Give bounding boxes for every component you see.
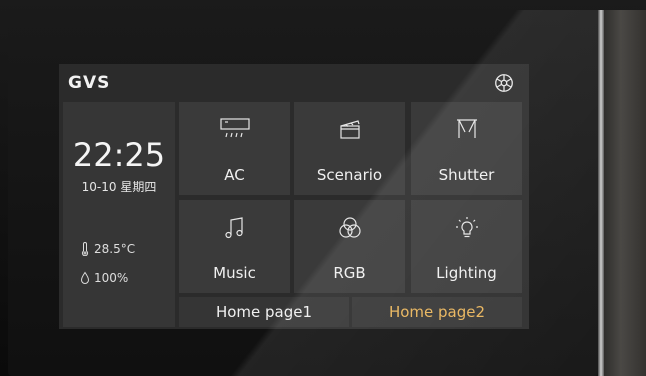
wall-surface xyxy=(604,10,646,376)
home-page1-tab[interactable]: Home page1 xyxy=(179,297,349,327)
tile-rgb[interactable]: RGB xyxy=(294,200,405,293)
tile-ac[interactable]: AC xyxy=(179,102,290,195)
tile-shutter[interactable]: Shutter xyxy=(411,102,522,195)
top-bar: GVS xyxy=(59,64,529,100)
droplet-icon xyxy=(80,271,90,284)
clapperboard-icon xyxy=(339,120,360,139)
brand-logo: GVS xyxy=(68,73,111,93)
tile-rgb-label: RGB xyxy=(333,264,366,282)
clock-date: 10-10 星期四 xyxy=(81,180,157,194)
tile-lighting[interactable]: Lighting xyxy=(411,200,522,293)
humidity-reading: 100% xyxy=(80,271,128,285)
rgb-circles-icon xyxy=(338,217,361,238)
temperature-reading: 28.5°C xyxy=(80,242,136,257)
curtain-icon xyxy=(456,119,477,138)
touch-screen: GVS 22:25 10-10 星期四 28.5°C 100% AC Scena… xyxy=(59,64,529,329)
thermometer-icon xyxy=(81,242,89,257)
tile-ac-label: AC xyxy=(224,166,245,184)
temperature-value: 28.5°C xyxy=(94,242,136,256)
tile-scenario-label: Scenario xyxy=(316,166,383,184)
clock-time: 22:25 xyxy=(72,136,166,174)
music-note-icon xyxy=(224,217,243,239)
bulb-icon xyxy=(455,217,478,238)
home-page2-tab[interactable]: Home page2 xyxy=(352,297,522,327)
tile-lighting-label: Lighting xyxy=(436,264,497,282)
humidity-value: 100% xyxy=(94,271,129,285)
ac-icon xyxy=(219,118,250,138)
tile-scenario[interactable]: Scenario xyxy=(294,102,405,195)
tile-music-label: Music xyxy=(213,264,256,282)
tile-music[interactable]: Music xyxy=(179,200,290,293)
settings-gear-icon[interactable] xyxy=(493,72,515,94)
tile-shutter-label: Shutter xyxy=(438,166,495,184)
status-card: 22:25 10-10 星期四 28.5°C 100% xyxy=(63,102,175,327)
